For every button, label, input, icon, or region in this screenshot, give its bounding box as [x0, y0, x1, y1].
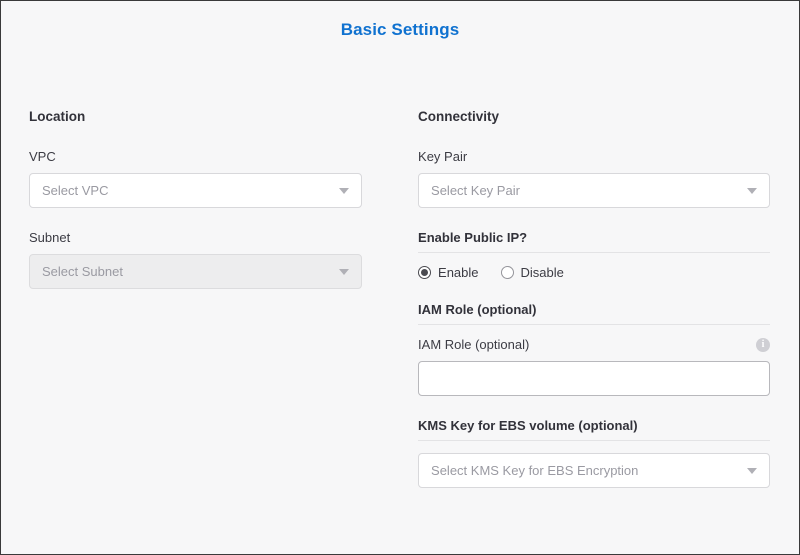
vpc-select-placeholder: Select VPC	[42, 183, 331, 198]
iam-role-input[interactable]	[418, 361, 770, 396]
connectivity-column: Connectivity Key Pair Select Key Pair En…	[409, 109, 799, 510]
chevron-down-icon	[339, 188, 349, 194]
kms-key-select[interactable]: Select KMS Key for EBS Encryption	[418, 453, 770, 488]
basic-settings-panel: Basic Settings Location VPC Select VPC S…	[0, 0, 800, 555]
radio-option-enable[interactable]: Enable	[418, 265, 478, 280]
connectivity-section-heading: Connectivity	[418, 109, 770, 125]
iam-role-label-row: IAM Role (optional) i	[418, 337, 770, 352]
location-column: Location VPC Select VPC Subnet Select Su…	[1, 109, 409, 510]
iam-role-field: IAM Role (optional) IAM Role (optional) …	[418, 302, 770, 396]
public-ip-field: Enable Public IP? Enable Disable	[418, 230, 770, 280]
kms-key-heading: KMS Key for EBS volume (optional)	[418, 418, 770, 433]
key-pair-field: Key Pair Select Key Pair	[418, 149, 770, 208]
radio-enable-label: Enable	[438, 265, 478, 280]
radio-enable-mark[interactable]	[418, 266, 431, 279]
subnet-select-placeholder: Select Subnet	[42, 264, 331, 279]
divider	[418, 252, 770, 253]
key-pair-select[interactable]: Select Key Pair	[418, 173, 770, 208]
settings-columns: Location VPC Select VPC Subnet Select Su…	[1, 109, 799, 510]
chevron-down-icon	[339, 269, 349, 275]
iam-role-label: IAM Role (optional)	[418, 337, 529, 352]
divider	[418, 440, 770, 441]
subnet-label: Subnet	[29, 230, 362, 245]
info-icon[interactable]: i	[756, 338, 770, 352]
location-section-heading: Location	[29, 109, 362, 125]
radio-disable-mark[interactable]	[501, 266, 514, 279]
vpc-field: VPC Select VPC	[29, 149, 362, 208]
kms-key-select-placeholder: Select KMS Key for EBS Encryption	[431, 463, 739, 478]
subnet-field: Subnet Select Subnet	[29, 230, 362, 289]
vpc-label: VPC	[29, 149, 362, 164]
vpc-select[interactable]: Select VPC	[29, 173, 362, 208]
page-title: Basic Settings	[1, 20, 799, 40]
kms-key-field: KMS Key for EBS volume (optional) Select…	[418, 418, 770, 488]
iam-role-heading: IAM Role (optional)	[418, 302, 770, 317]
subnet-select[interactable]: Select Subnet	[29, 254, 362, 289]
key-pair-select-placeholder: Select Key Pair	[431, 183, 739, 198]
chevron-down-icon	[747, 468, 757, 474]
radio-option-disable[interactable]: Disable	[501, 265, 564, 280]
radio-disable-label: Disable	[521, 265, 564, 280]
divider	[418, 324, 770, 325]
key-pair-label: Key Pair	[418, 149, 770, 164]
public-ip-heading: Enable Public IP?	[418, 230, 770, 245]
public-ip-radio-group: Enable Disable	[418, 265, 770, 280]
chevron-down-icon	[747, 188, 757, 194]
